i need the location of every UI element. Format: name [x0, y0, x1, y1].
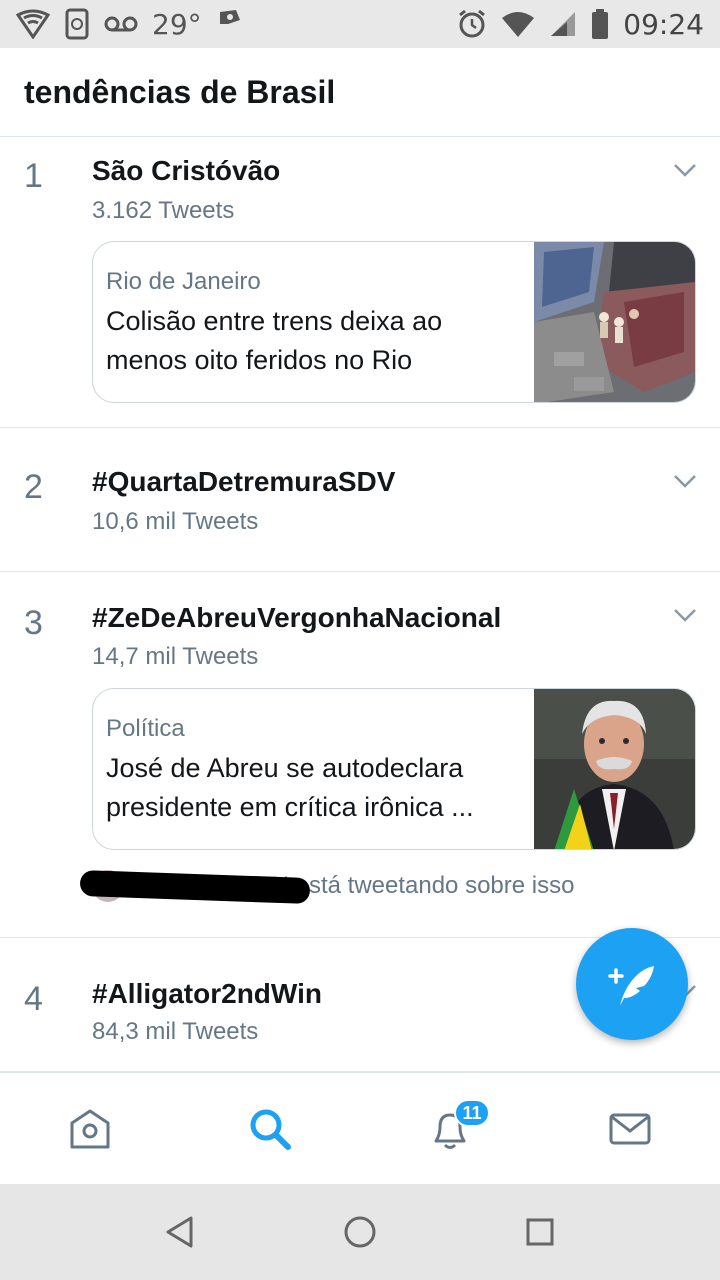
trend-tweet-count: 14,7 mil Tweets	[92, 643, 259, 670]
system-home-button[interactable]	[332, 1204, 388, 1260]
page-header: tendências de Brasil	[0, 48, 720, 137]
compose-tweet-icon	[608, 966, 654, 1006]
news-card-category: Política	[106, 715, 185, 742]
news-card-headline: José de Abreu se autodeclara presidente …	[106, 753, 474, 822]
home-icon	[70, 1109, 110, 1149]
system-navigation-bar	[0, 1184, 720, 1280]
trend-tweet-count: 10,6 mil Tweets	[92, 508, 259, 535]
news-card-category: Rio de Janeiro	[106, 268, 261, 295]
parking-flag-icon	[219, 10, 240, 38]
battery-icon	[592, 9, 609, 39]
search-icon	[250, 1109, 291, 1150]
nav-messages[interactable]	[540, 1073, 720, 1185]
news-card-image	[534, 242, 695, 402]
back-icon	[166, 1216, 193, 1248]
compose-tweet-button[interactable]	[576, 928, 688, 1040]
system-back-button[interactable]	[152, 1204, 208, 1260]
trend-name: #ZeDeAbreuVergonhaNacional	[92, 602, 502, 633]
trend-item[interactable]: 1 São Cristóvão 3.162 Tweets Rio de Jane…	[0, 137, 720, 428]
chevron-down-icon[interactable]	[672, 468, 698, 494]
trend-name: #QuartaDetremuraSDV	[92, 466, 396, 497]
phone-sync-icon	[65, 8, 89, 40]
nav-search[interactable]	[180, 1073, 360, 1185]
trend-item[interactable]: 2 #QuartaDetremuraSDV 10,6 mil Tweets	[0, 428, 720, 572]
trend-tweet-count: 84,3 mil Tweets	[92, 1018, 259, 1045]
system-recents-button[interactable]	[512, 1204, 568, 1260]
alarm-icon	[459, 9, 486, 38]
signal-icon	[551, 12, 576, 36]
trend-tweet-count: 3.162 Tweets	[92, 197, 235, 224]
trend-rank: 3	[24, 604, 43, 642]
voicemail-icon	[104, 16, 138, 32]
clock: 09:24	[623, 7, 704, 41]
trend-rank: 2	[24, 468, 43, 506]
trend-name: São Cristóvão	[92, 155, 281, 186]
nav-notifications[interactable]: 11	[360, 1073, 540, 1185]
status-bar: 29° 09:24	[0, 0, 720, 48]
vpn-shield-icon	[16, 9, 50, 39]
news-card-image	[534, 689, 695, 849]
trend-item[interactable]: 3 #ZeDeAbreuVergonhaNacional 14,7 mil Tw…	[0, 572, 720, 938]
chevron-down-icon[interactable]	[672, 602, 698, 628]
news-card-headline: Colisão entre trens deixa ao menos oito …	[106, 306, 443, 375]
temperature: 29°	[152, 7, 202, 41]
nav-home[interactable]	[0, 1073, 180, 1185]
messages-icon	[609, 1113, 651, 1145]
home-circle-icon	[344, 1216, 376, 1248]
notifications-badge: 11	[454, 1099, 490, 1127]
news-card[interactable]: Rio de Janeiro Colisão entre trens deixa…	[92, 241, 696, 403]
recents-icon	[526, 1218, 554, 1246]
social-context: Botho com TU está tweetando sobre isso	[79, 868, 652, 905]
trend-rank: 1	[24, 157, 43, 195]
trend-name: #Alligator2ndWin	[92, 978, 322, 1009]
bottom-navigation: 11	[0, 1072, 720, 1184]
wifi-icon	[502, 12, 535, 37]
trend-rank: 4	[24, 980, 43, 1018]
chevron-down-icon[interactable]	[672, 157, 698, 183]
page-title: tendências de Brasil	[24, 73, 336, 110]
news-card[interactable]: Política José de Abreu se autodeclara pr…	[92, 688, 696, 850]
